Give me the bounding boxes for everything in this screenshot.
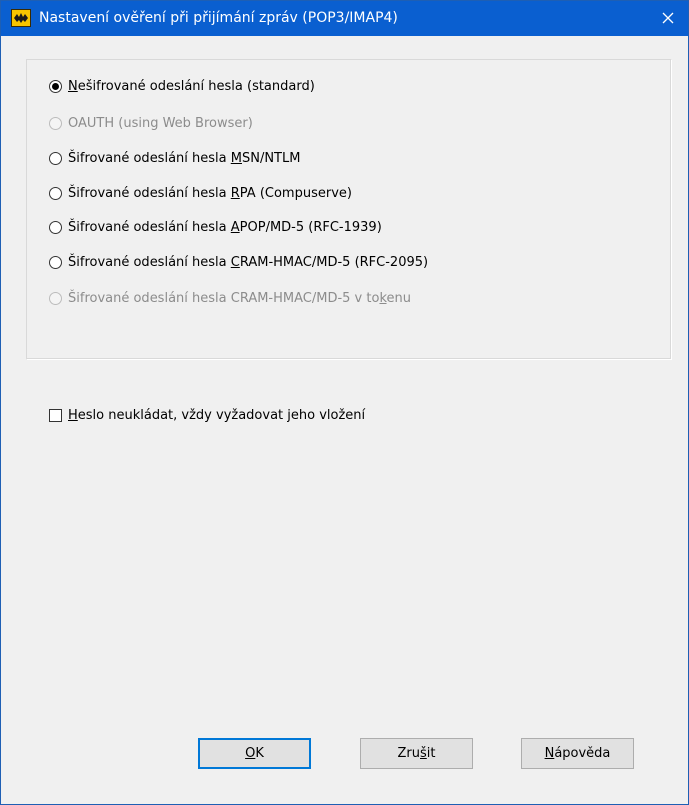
radio-button[interactable] — [49, 186, 62, 200]
dialog-window: Nastavení ověření při přijímání zpráv (P… — [0, 0, 689, 805]
close-button[interactable] — [654, 5, 682, 31]
radio-label[interactable]: Šifrované odeslání hesla APOP/MD-5 (RFC-… — [68, 220, 382, 235]
checkbox[interactable] — [49, 408, 62, 422]
radio-rpa[interactable]: Šifrované odeslání hesla RPA (Compuserve… — [49, 182, 352, 204]
radio-cram-hmac-token: Šifrované odeslání hesla CRAM-HMAC/MD-5 … — [49, 287, 411, 309]
radio-cram-hmac[interactable]: Šifrované odeslání hesla CRAM-HMAC/MD-5 … — [49, 251, 428, 273]
radio-label[interactable]: Šifrované odeslání hesla CRAM-HMAC/MD-5 … — [68, 255, 428, 270]
ok-button[interactable]: OK — [198, 738, 311, 769]
radio-button — [49, 291, 62, 305]
radio-label[interactable]: Nešifrované odeslání hesla (standard) — [68, 79, 315, 94]
radio-button[interactable] — [49, 255, 62, 269]
radio-apop[interactable]: Šifrované odeslání hesla APOP/MD-5 (RFC-… — [49, 216, 382, 238]
radio-button[interactable] — [49, 220, 62, 234]
radio-label: Šifrované odeslání hesla CRAM-HMAC/MD-5 … — [68, 290, 411, 306]
help-button[interactable]: Nápověda — [521, 738, 634, 769]
title-bar[interactable]: Nastavení ověření při přijímání zpráv (P… — [1, 1, 688, 36]
app-bat-icon — [11, 9, 31, 27]
cancel-button[interactable]: Zru š it — [360, 738, 473, 769]
close-icon[interactable] — [662, 12, 674, 24]
radio-oauth: OAUTH (using Web Browser) — [49, 112, 253, 134]
radio-label: OAUTH (using Web Browser) — [68, 115, 253, 131]
radio-button — [49, 116, 62, 130]
auth-method-group — [26, 59, 672, 360]
radio-button[interactable] — [49, 151, 62, 165]
radio-msn-ntlm[interactable]: Šifrované odeslání hesla MSN/NTLM — [49, 147, 300, 169]
radio-label[interactable]: Šifrované odeslání hesla MSN/NTLM — [68, 151, 300, 166]
checkbox-label[interactable]: Heslo neukládat, vždy vyžadovat jeho vlo… — [68, 408, 365, 423]
radio-label[interactable]: Šifrované odeslání hesla RPA (Compuserve… — [68, 186, 352, 201]
dont-save-password-checkbox[interactable]: Heslo neukládat, vždy vyžadovat jeho vlo… — [49, 404, 365, 426]
radio-button[interactable] — [49, 79, 62, 93]
window-title: Nastavení ověření při přijímání zpráv (P… — [39, 10, 398, 26]
radio-plain-password[interactable]: Nešifrované odeslání hesla (standard) — [49, 75, 315, 97]
